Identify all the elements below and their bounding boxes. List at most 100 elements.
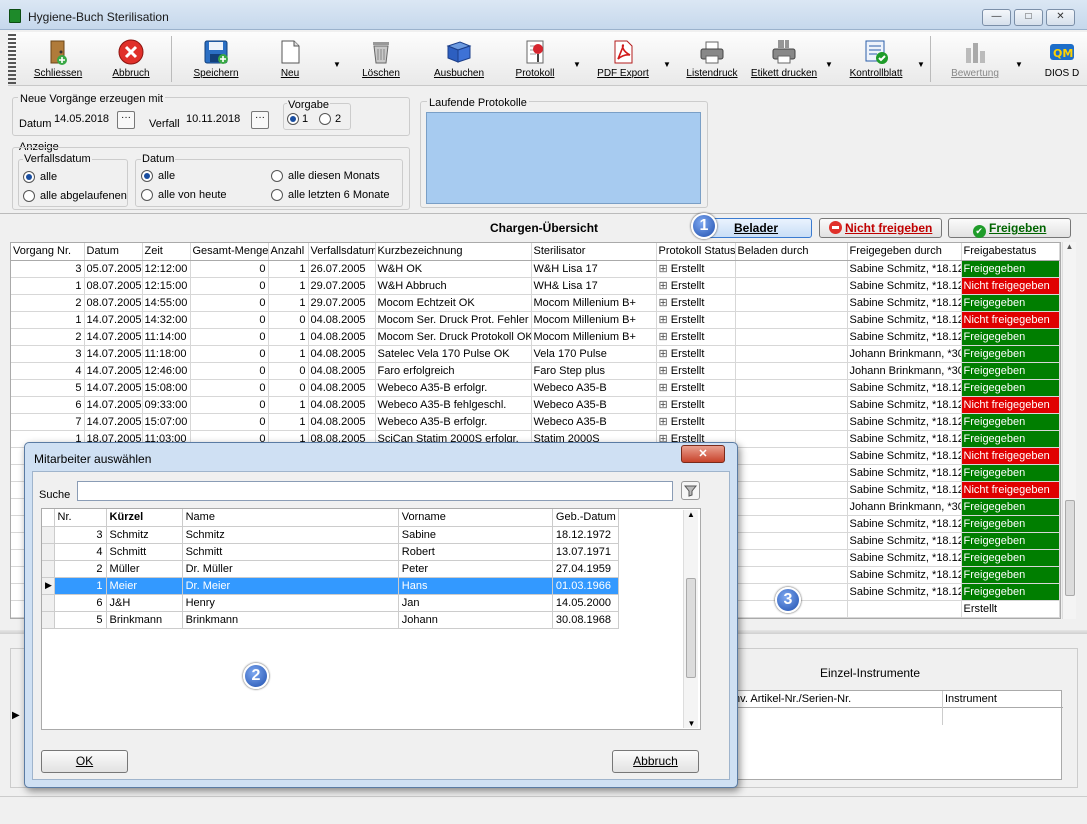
protocol-dropdown-arrow[interactable]: ▼ [572, 60, 582, 69]
scroll-up-arrow[interactable]: ▲ [684, 510, 698, 519]
d-alle-radio[interactable] [141, 170, 153, 182]
table-row[interactable]: 3 14.07.2005 11:18:00 0 1 04.08.2005 Satelec V… [11, 345, 1060, 363]
d-heute-radio[interactable] [141, 189, 153, 201]
grid-column-header[interactable]: Anzahl [268, 243, 309, 261]
grid-column-header[interactable]: Kurzbezeichnung [375, 243, 532, 261]
expand-plus-icon[interactable]: ⊞ [659, 399, 671, 411]
expand-plus-icon[interactable]: ⊞ [659, 348, 671, 360]
pdf-export-button[interactable]: PDF Export [592, 34, 654, 84]
rating-button[interactable]: Bewertung [946, 34, 1004, 84]
running-protocols-list[interactable] [426, 112, 701, 204]
grid-column-header[interactable]: Datum [84, 243, 143, 261]
expand-plus-icon[interactable]: ⊞ [659, 365, 671, 377]
employee-column-header[interactable]: Vorname [398, 509, 553, 527]
employee-row[interactable]: 2 Müller Dr. Müller Peter 27.04.1959 [42, 560, 620, 578]
d-6monate-radio[interactable] [271, 189, 283, 201]
pdf-dropdown-arrow[interactable]: ▼ [662, 60, 672, 69]
minimize-button[interactable]: — [982, 9, 1011, 26]
table-row[interactable]: 2 08.07.2005 14:55:00 0 1 29.07.2005 Mocom Ech… [11, 294, 1060, 312]
protocol-button[interactable]: Protokoll [510, 34, 560, 84]
employee-column-header[interactable]: Name [182, 509, 399, 527]
control-sheet-dropdown-arrow[interactable]: ▼ [916, 60, 926, 69]
scroll-down-arrow[interactable]: ▼ [684, 719, 699, 728]
delete-button[interactable]: Löschen [358, 34, 404, 84]
rating-dropdown-arrow[interactable]: ▼ [1014, 60, 1024, 69]
grid-column-header[interactable]: Freigegeben durch [847, 243, 962, 261]
d-monat-radio[interactable] [271, 170, 283, 182]
table-row[interactable]: 7 14.07.2005 15:07:00 0 1 04.08.2005 Webeco A3… [11, 413, 1060, 431]
grid-cell-steri: WH& Lisa 17 [531, 277, 657, 295]
vorgabe-2-radio[interactable] [319, 113, 331, 125]
grid-column-header[interactable]: Gesamt-Menge [190, 243, 269, 261]
grid-column-header[interactable]: Protokoll Status [656, 243, 736, 261]
table-row[interactable]: 4 14.07.2005 12:46:00 0 0 04.08.2005 Faro erfo… [11, 362, 1060, 380]
grid-column-header[interactable]: Sterilisator [531, 243, 657, 261]
dios-button[interactable]: QM DIOS D [1038, 34, 1086, 84]
vorgabe-1-radio[interactable] [287, 113, 299, 125]
employee-row[interactable]: 4 Schmitt Schmitt Robert 13.07.1971 [42, 543, 620, 561]
grid-cell-frei: Sabine Schmitz, *18.12 [847, 515, 962, 533]
grid-column-header[interactable]: Vorgang Nr. [11, 243, 85, 261]
save-button[interactable]: Speichern [190, 34, 242, 84]
control-sheet-button[interactable]: Kontrollblatt [846, 34, 906, 84]
datum-label: Datum [19, 118, 52, 130]
vd-alle-radio[interactable] [23, 171, 35, 183]
datum-picker-button[interactable]: ··· [117, 111, 135, 129]
employee-row[interactable]: 6 J&H Henry Jan 14.05.2000 [42, 594, 620, 612]
ok-button[interactable]: OK [41, 750, 128, 773]
print-label-button[interactable]: Etikett drucken [750, 34, 818, 84]
verfall-picker-button[interactable]: ··· [251, 111, 269, 129]
status-bar [0, 796, 1087, 824]
table-row[interactable]: 3 05.07.2005 12:12:00 0 1 26.07.2005 W&H OK W&H… [11, 260, 1060, 278]
employee-row[interactable]: ▶ 1 Meier Dr. Meier Hans 01.03.1966 [42, 577, 620, 595]
table-row[interactable]: 1 08.07.2005 12:15:00 0 1 29.07.2005 W&H Abbru… [11, 277, 1060, 295]
table-row[interactable]: 5 14.07.2005 15:08:00 0 0 04.08.2005 Webeco A3… [11, 379, 1060, 397]
table-row[interactable]: 6 14.07.2005 09:33:00 0 1 04.08.2005 Webeco A3… [11, 396, 1060, 414]
expand-plus-icon[interactable]: ⊞ [659, 416, 671, 428]
dialog-close-button[interactable]: ✕ [681, 445, 725, 463]
release-button[interactable]: ✔ Freigeben [948, 218, 1071, 238]
scroll-up-arrow[interactable]: ▲ [1063, 242, 1076, 251]
maximize-button[interactable]: □ [1014, 9, 1043, 26]
grid-column-header[interactable]: Beladen durch [735, 243, 848, 261]
search-input[interactable] [77, 481, 673, 501]
abbruch-button[interactable]: Abbruch [612, 750, 699, 773]
employee-column-header[interactable]: Kürzel [106, 509, 183, 527]
employee-column-header[interactable]: Geb.-Datum [552, 509, 620, 527]
new-dropdown-arrow[interactable]: ▼ [332, 60, 342, 69]
employee-cell-name: Dr. Meier [182, 577, 399, 595]
expand-plus-icon[interactable]: ⊞ [659, 280, 671, 292]
not-release-button[interactable]: Nicht freigeben [819, 218, 942, 238]
employee-row[interactable]: 5 Brinkmann Brinkmann Johann 30.08.1968 [42, 611, 620, 629]
grid-column-header[interactable]: Verfallsdatum [308, 243, 376, 261]
employee-grid-scrollbar[interactable]: ▲ ▼ [683, 510, 698, 728]
scroll-thumb[interactable] [1065, 500, 1075, 596]
grid-column-header[interactable]: Freigabestatus [961, 243, 1060, 261]
expand-plus-icon[interactable]: ⊞ [659, 297, 671, 309]
datum-filter-title: Datum [141, 153, 176, 165]
vd-abgelaufen-radio[interactable] [23, 190, 35, 202]
datum-input[interactable]: 14.05.2018 [51, 111, 115, 130]
grid-scrollbar[interactable]: ▲ [1062, 242, 1076, 619]
employee-row[interactable]: 3 Schmitz Schmitz Sabine 18.12.1972 [42, 526, 620, 544]
list-print-button[interactable]: Listendruck [684, 34, 740, 84]
filter-button[interactable] [681, 481, 700, 500]
employee-cell-vorname: Peter [398, 560, 553, 578]
close-window-button[interactable]: ✕ [1046, 9, 1075, 26]
expand-plus-icon[interactable]: ⊞ [659, 263, 671, 275]
verfall-input[interactable]: 10.11.2018 [183, 111, 249, 130]
cancel-button[interactable]: Abbruch [106, 34, 156, 84]
employee-column-header[interactable]: Nr. [54, 509, 107, 527]
grid-cell-frei: Sabine Schmitz, *18.12 [847, 447, 962, 465]
expand-plus-icon[interactable]: ⊞ [659, 382, 671, 394]
label-dropdown-arrow[interactable]: ▼ [824, 60, 834, 69]
table-row[interactable]: 2 14.07.2005 11:14:00 0 1 04.08.2005 Mocom Ser… [11, 328, 1060, 346]
expand-plus-icon[interactable]: ⊞ [659, 314, 671, 326]
expand-plus-icon[interactable]: ⊞ [659, 331, 671, 343]
new-button[interactable]: Neu [270, 34, 310, 84]
table-row[interactable]: 1 14.07.2005 14:32:00 0 0 04.08.2005 Mocom Ser… [11, 311, 1060, 329]
book-out-button[interactable]: Ausbuchen [430, 34, 488, 84]
scroll-thumb[interactable] [686, 578, 696, 678]
close-app-button[interactable]: Schliessen [30, 34, 86, 84]
grid-column-header[interactable]: Zeit [142, 243, 191, 261]
